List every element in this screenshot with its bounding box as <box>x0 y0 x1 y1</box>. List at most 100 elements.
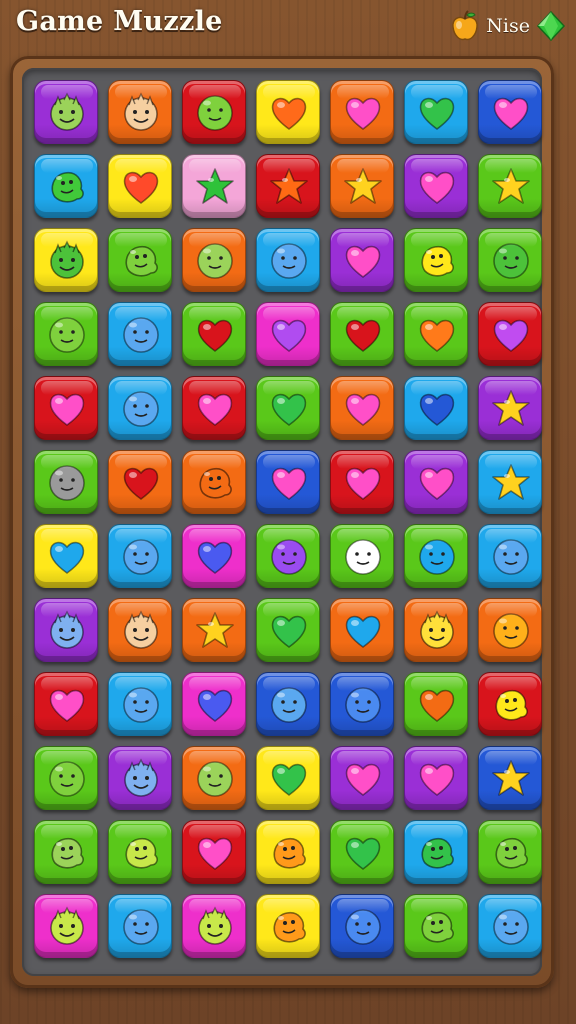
game-tile[interactable] <box>478 228 542 292</box>
game-tile[interactable] <box>182 302 246 366</box>
blob-icon <box>123 539 159 575</box>
game-tile[interactable] <box>404 672 468 736</box>
game-tile[interactable] <box>34 820 98 884</box>
game-tile[interactable] <box>34 228 98 292</box>
game-tile[interactable] <box>256 598 320 662</box>
game-tile[interactable] <box>478 376 542 440</box>
game-tile[interactable] <box>34 376 98 440</box>
game-tile[interactable] <box>34 894 98 958</box>
game-tile[interactable] <box>478 524 542 588</box>
green-gem-icon[interactable] <box>536 10 566 42</box>
game-tile[interactable] <box>108 746 172 810</box>
game-tile[interactable] <box>256 894 320 958</box>
game-tile[interactable] <box>330 228 394 292</box>
game-tile[interactable] <box>478 302 542 366</box>
game-tile[interactable] <box>182 450 246 514</box>
game-tile[interactable] <box>182 746 246 810</box>
game-tile[interactable] <box>330 746 394 810</box>
creature-icon <box>51 837 84 869</box>
game-tile[interactable] <box>330 302 394 366</box>
game-tile[interactable] <box>182 672 246 736</box>
game-tile[interactable] <box>404 450 468 514</box>
heart-icon <box>271 393 307 426</box>
game-tile[interactable] <box>34 302 98 366</box>
game-tile[interactable] <box>108 894 172 958</box>
game-tile[interactable] <box>478 746 542 810</box>
game-tile[interactable] <box>34 450 98 514</box>
game-tile[interactable] <box>108 154 172 218</box>
game-tile[interactable] <box>108 672 172 736</box>
blob-icon <box>345 539 381 575</box>
game-tile[interactable] <box>330 524 394 588</box>
game-tile[interactable] <box>182 598 246 662</box>
game-tile[interactable] <box>404 80 468 144</box>
game-tile[interactable] <box>182 154 246 218</box>
heart-icon <box>345 837 381 870</box>
game-tile[interactable] <box>34 746 98 810</box>
game-tile[interactable] <box>182 820 246 884</box>
game-tile[interactable] <box>478 894 542 958</box>
game-tile[interactable] <box>404 746 468 810</box>
game-tile[interactable] <box>330 894 394 958</box>
game-tile[interactable] <box>404 154 468 218</box>
game-tile[interactable] <box>478 598 542 662</box>
apple-icon[interactable] <box>450 10 480 42</box>
game-tile[interactable] <box>182 524 246 588</box>
game-tile[interactable] <box>478 450 542 514</box>
game-tile[interactable] <box>256 746 320 810</box>
face-icon <box>50 92 84 131</box>
game-tile[interactable] <box>108 450 172 514</box>
game-tile[interactable] <box>256 154 320 218</box>
game-tile[interactable] <box>478 80 542 144</box>
game-tile[interactable] <box>256 302 320 366</box>
game-tile[interactable] <box>330 598 394 662</box>
game-tile[interactable] <box>108 228 172 292</box>
game-tile[interactable] <box>108 376 172 440</box>
game-tile[interactable] <box>256 80 320 144</box>
game-tile[interactable] <box>108 524 172 588</box>
game-tile[interactable] <box>478 672 542 736</box>
game-tile[interactable] <box>404 376 468 440</box>
game-tile[interactable] <box>404 820 468 884</box>
game-tile[interactable] <box>256 450 320 514</box>
game-tile[interactable] <box>34 598 98 662</box>
star-icon <box>492 760 530 796</box>
game-tile[interactable] <box>182 376 246 440</box>
game-tile[interactable] <box>256 228 320 292</box>
game-tile[interactable] <box>404 524 468 588</box>
heart-icon <box>493 319 529 352</box>
game-tile[interactable] <box>330 672 394 736</box>
game-tile[interactable] <box>34 154 98 218</box>
game-tile[interactable] <box>34 80 98 144</box>
blob-icon <box>123 391 159 427</box>
game-tile[interactable] <box>182 80 246 144</box>
face-icon <box>124 92 158 131</box>
game-tile[interactable] <box>330 80 394 144</box>
game-tile[interactable] <box>330 376 394 440</box>
game-tile[interactable] <box>256 672 320 736</box>
game-tile[interactable] <box>34 524 98 588</box>
game-tile[interactable] <box>404 228 468 292</box>
game-tile[interactable] <box>108 302 172 366</box>
game-tile[interactable] <box>404 302 468 366</box>
game-tile[interactable] <box>330 154 394 218</box>
game-tile[interactable] <box>182 228 246 292</box>
top-bar: Game Muzzle Nise <box>0 0 576 52</box>
game-tile[interactable] <box>404 598 468 662</box>
game-tile[interactable] <box>256 820 320 884</box>
star-icon <box>492 390 530 426</box>
game-tile[interactable] <box>330 820 394 884</box>
face-icon <box>420 610 454 649</box>
game-tile[interactable] <box>108 80 172 144</box>
game-tile[interactable] <box>182 894 246 958</box>
game-tile[interactable] <box>34 672 98 736</box>
game-tile[interactable] <box>404 894 468 958</box>
game-tile[interactable] <box>108 820 172 884</box>
game-tile[interactable] <box>330 450 394 514</box>
game-tile[interactable] <box>256 376 320 440</box>
game-tile[interactable] <box>478 820 542 884</box>
heart-icon <box>271 467 307 500</box>
game-tile[interactable] <box>108 598 172 662</box>
game-tile[interactable] <box>256 524 320 588</box>
game-tile[interactable] <box>478 154 542 218</box>
